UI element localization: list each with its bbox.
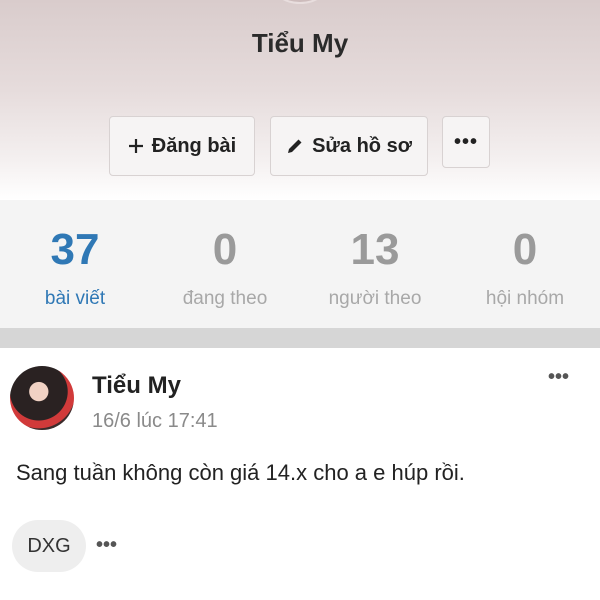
post-card: Tiểu My 16/6 lúc 17:41 ••• Sang tuần khô… [0, 348, 600, 600]
pencil-icon [286, 137, 304, 155]
stat-followers-count: 13 [350, 225, 400, 274]
edit-profile-button[interactable]: Sửa hồ sơ [270, 116, 428, 176]
stat-followers[interactable]: 13 người theo [300, 200, 450, 328]
more-icon: ••• [453, 131, 478, 153]
stat-groups-label: hội nhóm [485, 288, 565, 309]
stock-tag-chip[interactable]: DXG [12, 520, 86, 572]
stat-following[interactable]: 0 đang theo [150, 200, 300, 328]
edit-profile-label: Sửa hồ sơ [312, 134, 412, 157]
post-more-icon[interactable]: ••• [96, 534, 117, 557]
create-post-button[interactable]: Đăng bài [109, 116, 255, 176]
profile-avatar[interactable] [270, 0, 330, 4]
more-options-button[interactable]: ••• [442, 116, 490, 168]
profile-header: Tiểu My Đăng bài Sửa hồ sơ ••• [0, 0, 600, 200]
stat-posts-count: 37 [50, 225, 100, 274]
stat-following-label: đang theo [182, 288, 268, 309]
stat-groups-count: 0 [512, 225, 538, 274]
section-divider [0, 328, 600, 348]
post-menu-icon[interactable]: ••• [548, 366, 569, 389]
post-text: Sang tuần không còn giá 14.x cho a e húp… [16, 460, 465, 485]
stat-groups[interactable]: 0 hội nhóm [450, 200, 600, 328]
profile-stats: 37 bài viết 0 đang theo 13 người theo 0 … [0, 200, 600, 328]
stat-followers-label: người theo [328, 288, 422, 309]
profile-name: Tiểu My [251, 28, 349, 58]
stat-posts-label: bài viết [44, 288, 106, 309]
plus-icon [128, 138, 144, 154]
post-author-avatar[interactable] [10, 366, 74, 430]
create-post-label: Đăng bài [151, 134, 237, 157]
post-author-name[interactable]: Tiểu My [92, 372, 181, 400]
post-timestamp[interactable]: 16/6 lúc 17:41 [92, 410, 218, 433]
stat-posts[interactable]: 37 bài viết [0, 200, 150, 328]
stat-following-count: 0 [212, 225, 238, 274]
